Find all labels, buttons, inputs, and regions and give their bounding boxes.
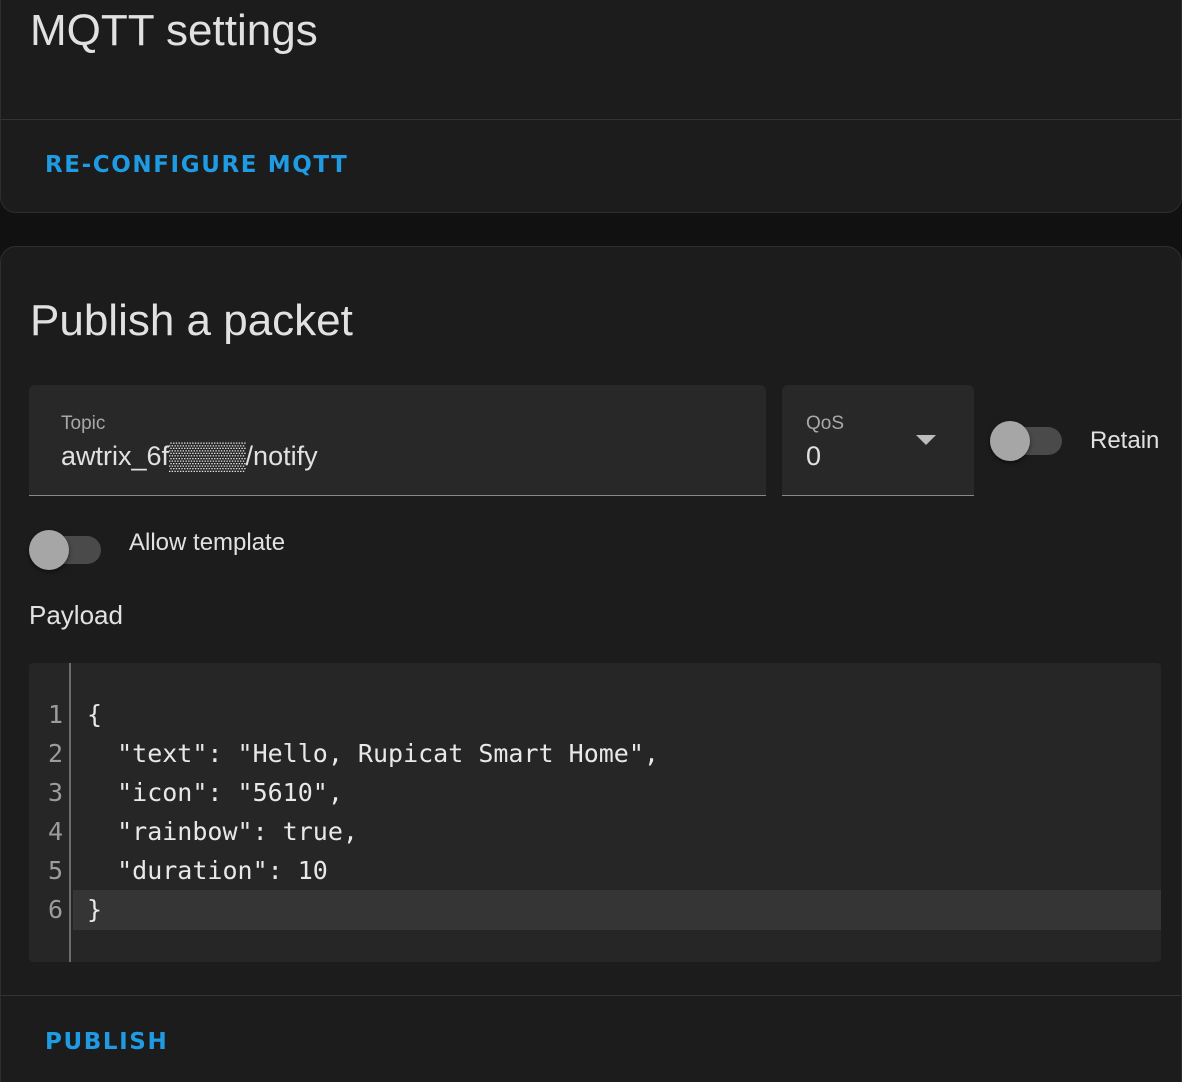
code-line[interactable]: "text": "Hello, Rupicat Smart Home", — [87, 734, 659, 773]
dropdown-arrow-icon[interactable] — [916, 435, 936, 445]
retain-label: Retain — [1090, 427, 1160, 454]
code-line[interactable]: } — [87, 890, 102, 929]
code-line[interactable]: { — [87, 695, 102, 734]
qos-select[interactable]: QoS 0 — [782, 385, 974, 496]
line-number: 4 — [47, 817, 63, 846]
mqtt-settings-card: MQTT settings RE-CONFIGURE MQTT — [0, 0, 1182, 213]
topic-input[interactable]: Topic awtrix_6f▒▒▒▒/notify — [29, 385, 766, 496]
payload-label: Payload — [29, 600, 123, 630]
publish-button[interactable]: PUBLISH — [45, 1029, 168, 1055]
topic-value: awtrix_6f▒▒▒▒/notify — [61, 441, 318, 471]
qos-value: 0 — [806, 441, 822, 471]
publish-packet-card: Publish a packet Topic awtrix_6f▒▒▒▒/not… — [0, 246, 1182, 1082]
line-number: 6 — [47, 895, 63, 924]
line-number: 2 — [47, 739, 63, 768]
code-line[interactable]: "icon": "5610", — [87, 773, 343, 812]
allow-template-toggle[interactable] — [29, 524, 103, 570]
card-divider — [1, 995, 1181, 996]
payload-code-editor[interactable]: 1 2 3 4 5 6 { "text": "Hello, Rupicat Sm… — [29, 663, 1161, 962]
qos-label: QoS — [806, 413, 845, 434]
line-number: 3 — [47, 778, 63, 807]
code-line[interactable]: "duration": 10 — [87, 851, 328, 890]
card-divider — [1, 119, 1181, 120]
retain-toggle-thumb[interactable] — [990, 421, 1030, 461]
topic-label: Topic — [61, 413, 106, 434]
page: MQTT settings RE-CONFIGURE MQTT Publish … — [0, 0, 1182, 1082]
publish-packet-title: Publish a packet — [30, 296, 353, 345]
line-number: 1 — [47, 700, 63, 729]
allow-template-label: Allow template — [129, 529, 286, 556]
retain-toggle[interactable] — [990, 415, 1064, 461]
reconfigure-mqtt-button[interactable]: RE-CONFIGURE MQTT — [45, 152, 348, 178]
line-number-gutter: 1 2 3 4 5 6 — [29, 663, 71, 962]
code-line[interactable]: "rainbow": true, — [87, 812, 358, 851]
mqtt-settings-title: MQTT settings — [30, 6, 318, 55]
allow-template-toggle-thumb[interactable] — [29, 530, 69, 570]
active-line-highlight — [73, 890, 1161, 930]
line-number: 5 — [47, 856, 63, 885]
